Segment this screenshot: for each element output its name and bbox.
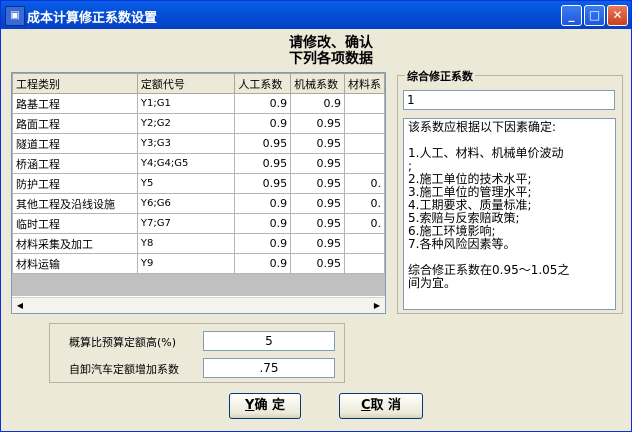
maximize-button[interactable]: □ <box>584 5 605 26</box>
table-row[interactable]: 材料采集及加工 Y8 0.9 0.95 <box>12 233 385 254</box>
code-cell[interactable]: Y7;G7 <box>136 213 236 234</box>
instruction-line-2: 下列各项数据 <box>289 51 373 67</box>
material-coef-cell[interactable] <box>343 113 385 134</box>
labor-coef-cell[interactable]: 0.9 <box>234 93 292 114</box>
budget-input[interactable]: 5 <box>203 331 335 351</box>
instruction-header: 请修改、确认 下列各项数据 <box>231 35 431 67</box>
code-cell[interactable]: Y5 <box>136 173 236 194</box>
table-header-row: 工程类别 定额代号 人工系数 机械系数 材料系 <box>12 73 385 94</box>
description-line: 1.人工、材料、机械单价波动 <box>408 146 564 160</box>
table-row[interactable]: 隧道工程 Y3;G3 0.95 0.95 <box>12 133 385 154</box>
code-cell[interactable]: Y3;G3 <box>136 133 236 154</box>
machine-coef-cell[interactable]: 0.95 <box>290 153 345 174</box>
category-cell[interactable]: 路基工程 <box>12 93 138 114</box>
material-coef-cell[interactable] <box>343 153 385 174</box>
material-coef-cell[interactable] <box>343 93 385 114</box>
budget-label: 概算比预算定额高(%) <box>69 336 177 349</box>
table-row[interactable]: 防护工程 Y5 0.95 0.95 0. <box>12 173 385 194</box>
category-cell[interactable]: 桥涵工程 <box>12 153 138 174</box>
description-line: 7.各种风险因素等。 <box>408 237 516 251</box>
cancel-label: 取 消 <box>370 398 402 413</box>
machine-coef-cell[interactable]: 0.9 <box>290 93 345 114</box>
window-title: 成本计算修正系数设置 <box>27 11 158 26</box>
cancel-hotkey: C <box>360 398 371 413</box>
cancel-button[interactable]: C取 消 <box>339 393 423 419</box>
app-icon: ▣ <box>5 6 25 26</box>
scroll-left-icon[interactable]: ◀ <box>13 299 27 313</box>
labor-coef-cell[interactable]: 0.95 <box>234 133 292 154</box>
ok-label: 确 定 <box>254 398 285 413</box>
category-cell[interactable]: 其他工程及沿线设施 <box>12 193 138 214</box>
table-row[interactable]: 其他工程及沿线设施 Y6;G6 0.9 0.95 0. <box>12 193 385 214</box>
column-header[interactable]: 定额代号 <box>136 73 236 94</box>
coefficient-grid[interactable]: 工程类别 定额代号 人工系数 机械系数 材料系 路基工程 Y1;G1 0.9 0… <box>11 72 386 314</box>
material-coef-cell[interactable]: 0. <box>343 213 385 234</box>
material-coef-cell[interactable] <box>343 253 385 274</box>
factor-group-label: 综合修正系数 <box>405 68 475 84</box>
category-cell[interactable]: 材料采集及加工 <box>12 233 138 254</box>
machine-coef-cell[interactable]: 0.95 <box>290 233 345 254</box>
ok-button[interactable]: Y确 定 <box>229 393 301 419</box>
table-row[interactable]: 临时工程 Y7;G7 0.9 0.95 0. <box>12 213 385 234</box>
labor-coef-cell[interactable]: 0.9 <box>234 193 292 214</box>
column-header[interactable]: 机械系数 <box>290 73 345 94</box>
code-cell[interactable]: Y9 <box>136 253 236 274</box>
category-cell[interactable]: 防护工程 <box>12 173 138 194</box>
factor-description[interactable]: 该系数应根据以下因素确定: 1.人工、材料、机械单价波动 ; 2.施工单位的技术… <box>403 118 616 310</box>
labor-coef-cell[interactable]: 0.9 <box>234 113 292 134</box>
minimize-button[interactable]: _ <box>561 5 582 26</box>
close-button[interactable]: ✕ <box>607 5 628 26</box>
dialog-window: ▣ 成本计算修正系数设置 _ □ ✕ 请修改、确认 下列各项数据 工程类别 定额… <box>0 0 632 432</box>
machine-coef-cell[interactable]: 0.95 <box>290 173 345 194</box>
labor-coef-cell[interactable]: 0.9 <box>234 213 292 234</box>
table-row[interactable]: 路基工程 Y1;G1 0.9 0.9 <box>12 93 385 114</box>
material-coef-cell[interactable] <box>343 133 385 154</box>
grid-empty-area <box>12 274 385 296</box>
category-cell[interactable]: 材料运输 <box>12 253 138 274</box>
category-cell[interactable]: 路面工程 <box>12 113 138 134</box>
horizontal-scrollbar[interactable]: ◀ ▶ <box>12 297 385 313</box>
column-header[interactable]: 材料系 <box>343 73 385 94</box>
labor-coef-cell[interactable]: 0.95 <box>234 153 292 174</box>
coefficient-table: 工程类别 定额代号 人工系数 机械系数 材料系 路基工程 Y1;G1 0.9 0… <box>12 73 385 274</box>
material-coef-cell[interactable]: 0. <box>343 193 385 214</box>
factor-input[interactable]: 1 <box>403 90 615 110</box>
code-cell[interactable]: Y6;G6 <box>136 193 236 214</box>
table-row[interactable]: 材料运输 Y9 0.9 0.95 <box>12 253 385 274</box>
machine-coef-cell[interactable]: 0.95 <box>290 193 345 214</box>
description-line: 间为宜。 <box>408 276 457 290</box>
title-bar[interactable]: ▣ 成本计算修正系数设置 _ □ ✕ <box>1 1 631 29</box>
code-cell[interactable]: Y2;G2 <box>136 113 236 134</box>
description-line: 该系数应根据以下因素确定: <box>408 120 557 134</box>
truck-input[interactable]: .75 <box>203 358 335 378</box>
machine-coef-cell[interactable]: 0.95 <box>290 133 345 154</box>
category-cell[interactable]: 临时工程 <box>12 213 138 234</box>
column-header[interactable]: 人工系数 <box>234 73 292 94</box>
instruction-line-1: 请修改、确认 <box>289 35 373 51</box>
material-coef-cell[interactable]: 0. <box>343 173 385 194</box>
machine-coef-cell[interactable]: 0.95 <box>290 253 345 274</box>
scroll-right-icon[interactable]: ▶ <box>370 299 384 313</box>
labor-coef-cell[interactable]: 0.9 <box>234 233 292 254</box>
machine-coef-cell[interactable]: 0.95 <box>290 213 345 234</box>
labor-coef-cell[interactable]: 0.9 <box>234 253 292 274</box>
truck-label: 自卸汽车定额增加系数 <box>69 363 179 376</box>
code-cell[interactable]: Y8 <box>136 233 236 254</box>
code-cell[interactable]: Y4;G4;G5 <box>136 153 236 174</box>
column-header[interactable]: 工程类别 <box>12 73 138 94</box>
table-row[interactable]: 桥涵工程 Y4;G4;G5 0.95 0.95 <box>12 153 385 174</box>
material-coef-cell[interactable] <box>343 233 385 254</box>
table-row[interactable]: 路面工程 Y2;G2 0.9 0.95 <box>12 113 385 134</box>
labor-coef-cell[interactable]: 0.95 <box>234 173 292 194</box>
machine-coef-cell[interactable]: 0.95 <box>290 113 345 134</box>
category-cell[interactable]: 隧道工程 <box>12 133 138 154</box>
code-cell[interactable]: Y1;G1 <box>136 93 236 114</box>
